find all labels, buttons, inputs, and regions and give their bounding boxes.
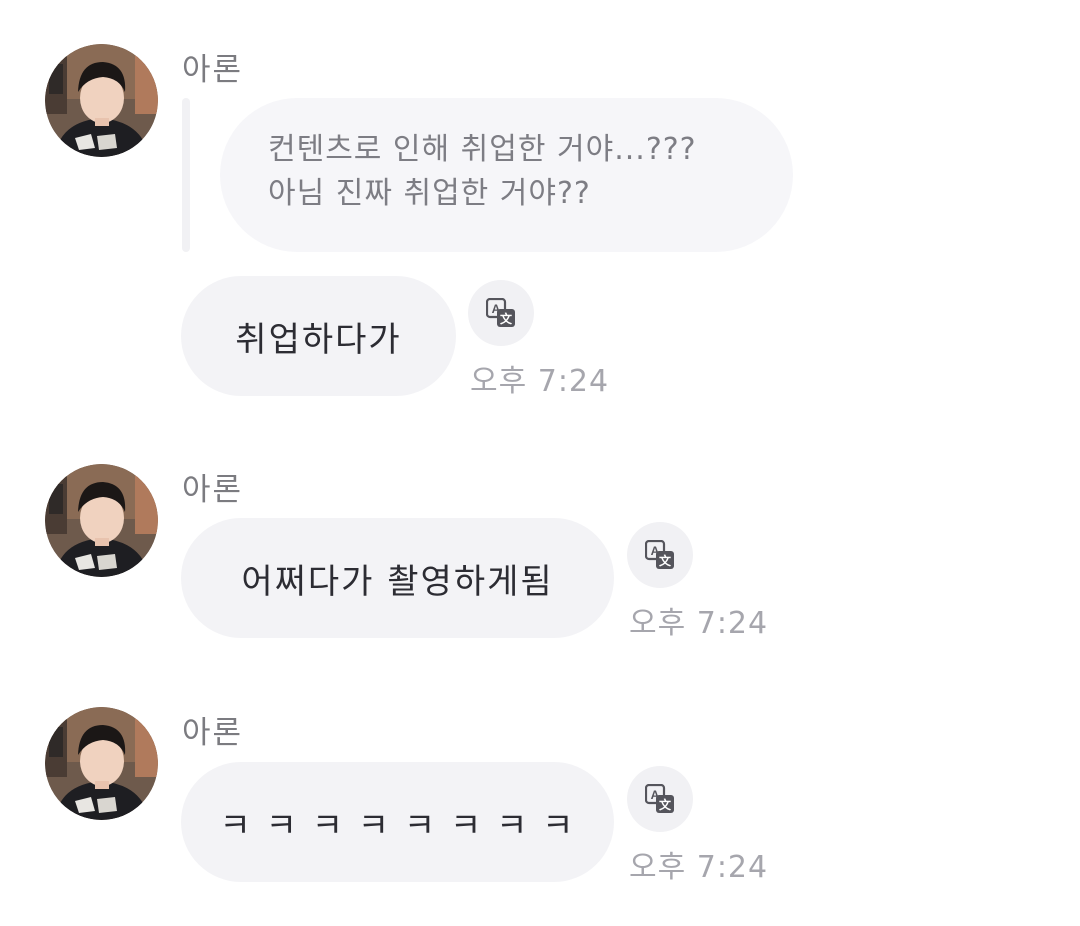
quoted-line-2: 아님 진짜 취업한 거야?? — [268, 176, 591, 211]
avatar[interactable] — [45, 707, 158, 820]
translate-button[interactable] — [627, 766, 693, 832]
sender-name: 아론 — [182, 715, 244, 751]
avatar[interactable] — [45, 464, 158, 577]
reply-indicator-bar — [182, 98, 190, 252]
message-time: 오후 7:24 — [470, 364, 610, 399]
message-time: 오후 7:24 — [629, 850, 769, 885]
translate-button[interactable] — [627, 522, 693, 588]
translate-button[interactable] — [468, 280, 534, 346]
message-bubble[interactable]: ㅋ ㅋ ㅋ ㅋ ㅋ ㅋ ㅋ ㅋ — [181, 762, 614, 882]
message-time: 오후 7:24 — [629, 606, 769, 641]
message-bubble[interactable]: 취업하다가 — [181, 276, 456, 396]
translate-icon — [645, 784, 675, 814]
quoted-line-1: 컨텐츠로 인해 취업한 거야...??? — [268, 132, 697, 167]
quoted-reply-bubble[interactable]: 컨텐츠로 인해 취업한 거야...??? 아님 진짜 취업한 거야?? — [220, 98, 793, 252]
sender-name: 아론 — [182, 472, 244, 508]
sender-name: 아론 — [182, 52, 244, 88]
translate-icon — [486, 298, 516, 328]
message-bubble[interactable]: 어쩌다가 촬영하게됨 — [181, 518, 614, 638]
avatar[interactable] — [45, 44, 158, 157]
translate-icon — [645, 540, 675, 570]
